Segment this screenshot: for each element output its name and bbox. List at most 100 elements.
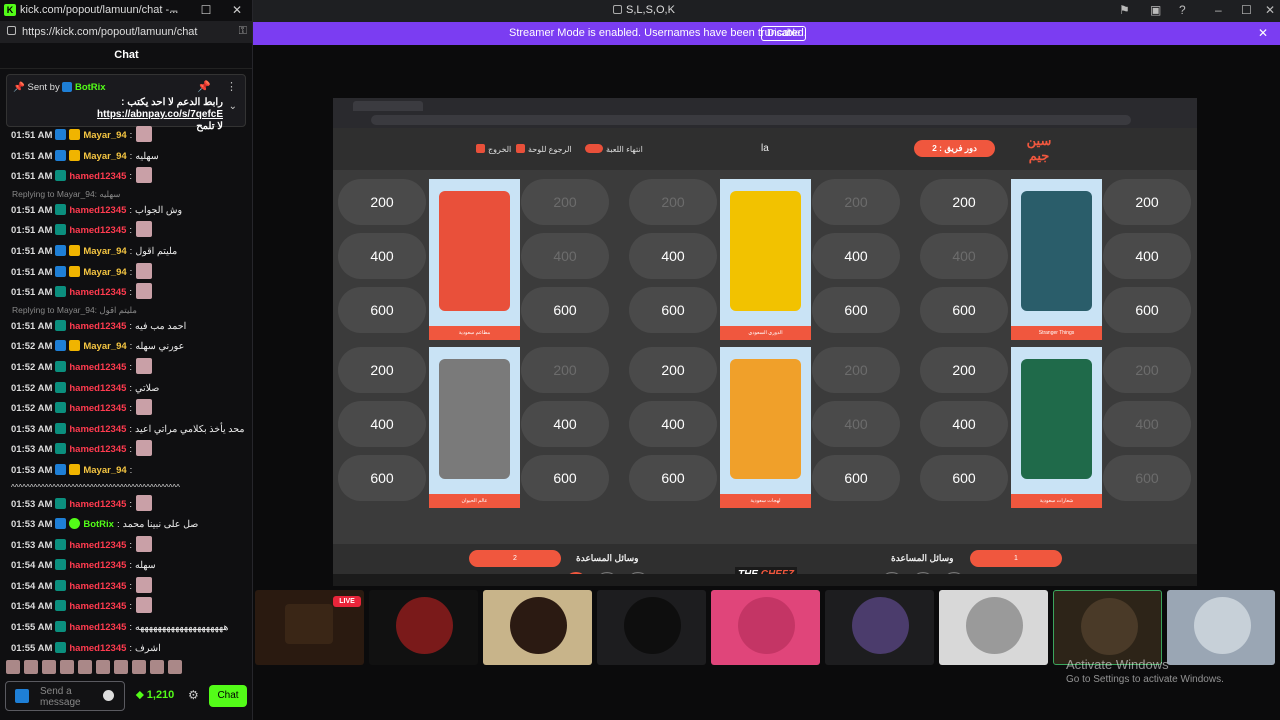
message-username[interactable]: Mayar_94 [83,130,126,141]
emote-icon[interactable] [114,660,128,674]
participant-tile[interactable] [483,590,592,665]
message-username[interactable]: hamed12345 [69,383,126,394]
question-value-button[interactable]: 400 [920,233,1008,279]
question-value-button[interactable]: 600 [920,287,1008,333]
flag-icon[interactable]: ⚑ [1119,3,1130,17]
back-to-board-link[interactable]: الرجوع للوحة [516,144,572,154]
message-username[interactable]: Mayar_94 [83,246,126,257]
message-username[interactable]: Mayar_94 [83,151,126,162]
question-value-button[interactable]: 400 [629,233,717,279]
question-value-button[interactable]: 600 [920,455,1008,501]
question-value-button[interactable]: 400 [1103,401,1191,447]
emote-quick-bar[interactable] [6,660,246,676]
message-username[interactable]: Mayar_94 [83,267,126,278]
question-value-button[interactable]: 200 [920,347,1008,393]
question-value-button[interactable]: 200 [920,179,1008,225]
question-value-button[interactable]: 400 [338,233,426,279]
question-value-button[interactable]: 200 [521,179,609,225]
question-value-button[interactable]: 400 [1103,233,1191,279]
question-value-button[interactable]: 600 [1103,455,1191,501]
message-username[interactable]: Mayar_94 [83,465,126,476]
question-value-button[interactable]: 200 [1103,347,1191,393]
more-options-icon[interactable]: ⋮ [226,80,237,93]
channel-points[interactable]: ⬥ 1,210 [136,689,174,702]
question-value-button[interactable]: 600 [812,287,900,333]
chat-input[interactable]: Send a message [5,681,125,711]
question-value-button[interactable]: 600 [338,455,426,501]
question-value-button[interactable]: 400 [629,401,717,447]
maximize-icon[interactable]: ☐ [1241,3,1252,17]
key-icon[interactable]: ⚿ [239,25,247,38]
pinned-message[interactable]: 📌 Sent by BotRix 📌 ⋮ رابط الدعم لا احد ي… [6,74,246,132]
unpin-icon[interactable]: 📌 [197,80,211,93]
send-chat-button[interactable]: Chat [209,685,247,707]
question-value-button[interactable]: 600 [521,455,609,501]
emote-icon[interactable] [42,660,56,674]
close-icon[interactable]: ✕ [225,2,249,18]
screen-icon[interactable]: ▣ [1150,3,1161,17]
pinned-link[interactable]: https://abnpay.co/s/7qefcE [97,109,223,120]
emote-icon[interactable] [6,660,20,674]
message-username[interactable]: hamed12345 [69,205,126,216]
emote-icon[interactable] [132,660,146,674]
question-value-button[interactable]: 600 [629,455,717,501]
question-value-button[interactable]: 400 [338,401,426,447]
participant-tile[interactable] [597,590,706,665]
question-value-button[interactable]: 400 [521,401,609,447]
close-icon[interactable]: ✕ [1258,22,1268,45]
message-username[interactable]: hamed12345 [69,581,126,592]
minimize-icon[interactable]: – [1215,3,1222,17]
message-username[interactable]: hamed12345 [69,499,126,510]
message-username[interactable]: hamed12345 [69,403,126,414]
question-value-button[interactable]: 600 [1103,287,1191,333]
message-username[interactable]: hamed12345 [69,560,126,571]
chevron-down-icon[interactable]: ⌄ [229,101,237,112]
emoji-picker-icon[interactable] [103,690,114,701]
question-value-button[interactable]: 200 [812,347,900,393]
chat-message-list[interactable]: 01:51 AM Mayar_94:01:51 AM Mayar_94: سهليه 0… [0,126,246,656]
participant-tile[interactable] [369,590,478,665]
emote-icon[interactable] [60,660,74,674]
message-username[interactable]: hamed12345 [69,287,126,298]
emote-icon[interactable] [150,660,164,674]
message-username[interactable]: hamed12345 [69,540,126,551]
end-game-link[interactable]: انتهاء اللعبة [585,144,643,154]
participant-tile[interactable] [1053,590,1162,665]
question-value-button[interactable]: 400 [812,233,900,279]
address-bar[interactable]: https://kick.com/popout/lamuun/chat ⚿ [0,21,252,43]
question-value-button[interactable]: 600 [812,455,900,501]
gear-icon[interactable]: ⚙ [188,688,199,702]
message-username[interactable]: Mayar_94 [83,341,126,352]
message-username[interactable]: hamed12345 [69,622,126,633]
question-value-button[interactable]: 200 [338,347,426,393]
message-username[interactable]: hamed12345 [69,601,126,612]
emote-icon[interactable] [168,660,182,674]
question-value-button[interactable]: 200 [629,179,717,225]
question-value-button[interactable]: 200 [629,347,717,393]
question-value-button[interactable]: 400 [812,401,900,447]
question-value-button[interactable]: 600 [521,287,609,333]
message-username[interactable]: hamed12345 [69,362,126,373]
disable-button[interactable]: Disable [761,26,807,41]
exit-link[interactable]: الخروج [476,144,511,154]
question-value-button[interactable]: 200 [812,179,900,225]
message-username[interactable]: hamed12345 [69,225,126,236]
question-value-button[interactable]: 400 [521,233,609,279]
message-username[interactable]: hamed12345 [69,643,126,654]
maximize-icon[interactable]: ☐ [194,2,218,18]
screen-share[interactable]: الخروج الرجوع للوحة انتهاء اللعبة la دور… [333,98,1197,586]
question-value-button[interactable]: 200 [1103,179,1191,225]
emote-icon[interactable] [24,660,38,674]
message-username[interactable]: hamed12345 [69,424,126,435]
message-username[interactable]: BotRix [83,519,114,530]
minimize-icon[interactable]: – [162,2,186,18]
message-username[interactable]: hamed12345 [69,444,126,455]
emote-icon[interactable] [96,660,110,674]
question-value-button[interactable]: 400 [920,401,1008,447]
question-value-button[interactable]: 600 [338,287,426,333]
help-icon[interactable]: ? [1179,3,1186,17]
message-username[interactable]: hamed12345 [69,171,126,182]
participant-tile[interactable] [711,590,820,665]
question-value-button[interactable]: 600 [629,287,717,333]
close-icon[interactable]: ✕ [1265,3,1275,17]
